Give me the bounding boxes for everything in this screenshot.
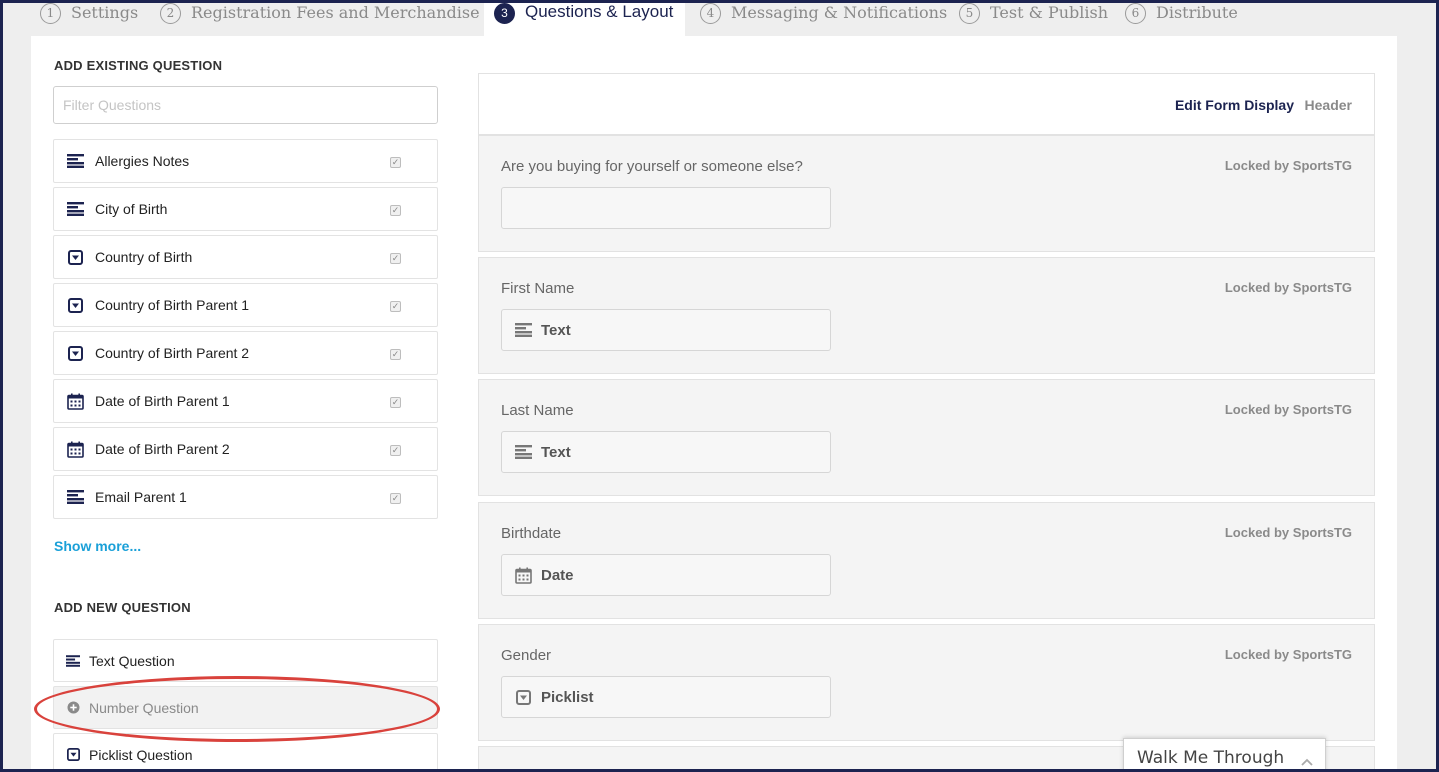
picklist-icon	[66, 248, 85, 267]
text-lines-icon	[66, 654, 80, 668]
item-label: Picklist Question	[89, 746, 193, 763]
field-label: Last Name	[501, 402, 574, 419]
wizard-tabs: 1 Settings 2 Registration Fees and Merch…	[30, 0, 1410, 36]
picklist-icon	[66, 748, 80, 762]
field-label: First Name	[501, 280, 575, 297]
form-field-block[interactable]: Are you buying for yourself or someone e…	[478, 135, 1375, 252]
picklist-icon	[514, 688, 532, 706]
checkbox[interactable]: ✓	[390, 397, 401, 408]
step-number: 5	[959, 2, 980, 24]
item-label: Allergies Notes	[95, 153, 190, 169]
edit-form-display-link[interactable]: Edit Form Display	[1175, 97, 1294, 113]
tab-messaging[interactable]: 4 Messaging & Notifications	[700, 0, 947, 36]
form-field-block[interactable]: Birthdate Locked by SportsTG Date	[478, 502, 1375, 619]
field-input-preview: Text	[501, 431, 831, 473]
field-type: Text	[541, 443, 571, 461]
tab-label: Test & Publish	[990, 2, 1109, 22]
annotation-highlight-ellipse	[34, 676, 440, 742]
field-type: Picklist	[541, 688, 594, 706]
list-item[interactable]: City of Birth ✓	[53, 187, 438, 231]
list-item[interactable]: Country of Birth ✓	[53, 235, 438, 279]
walk-me-through-widget[interactable]: Walk Me Through	[1123, 738, 1326, 772]
list-item[interactable]: Email Parent 1 ✓	[53, 475, 438, 519]
tab-questions-layout[interactable]: 3 Questions & Layout	[484, 0, 686, 36]
checkbox[interactable]: ✓	[390, 301, 401, 312]
tab-settings[interactable]: 1 Settings	[40, 0, 138, 36]
picklist-icon	[66, 344, 85, 363]
item-label: Country of Birth Parent 2	[95, 345, 250, 361]
field-input-preview: Picklist	[501, 676, 831, 718]
checkbox[interactable]: ✓	[390, 445, 401, 456]
filter-questions-input[interactable]	[53, 86, 438, 124]
text-lines-icon	[514, 443, 532, 461]
item-label: Date of Birth Parent 1	[95, 393, 230, 409]
locked-label: Locked by SportsTG	[1224, 402, 1352, 417]
item-label: Email Parent 1	[95, 489, 187, 505]
walk-me-through-label: Walk Me Through	[1137, 747, 1285, 768]
field-type: Text	[541, 321, 571, 339]
tab-registration-fees[interactable]: 2 Registration Fees and Merchandise	[160, 0, 480, 36]
step-number: 2	[160, 2, 181, 24]
questions-panel: ADD EXISTING QUESTION Allergies Notes ✓ …	[31, 36, 1397, 772]
existing-question-list: Allergies Notes ✓ City of Birth ✓ Countr…	[53, 139, 438, 526]
list-item[interactable]: Date of Birth Parent 2 ✓	[53, 427, 438, 471]
step-number: 4	[700, 2, 721, 24]
add-existing-title: ADD EXISTING QUESTION	[54, 58, 223, 73]
add-new-title: ADD NEW QUESTION	[54, 600, 191, 615]
checkbox[interactable]: ✓	[390, 253, 401, 264]
locked-label: Locked by SportsTG	[1224, 280, 1352, 295]
step-number: 1	[40, 2, 61, 24]
calendar-icon	[514, 566, 532, 584]
list-item[interactable]: Allergies Notes ✓	[53, 139, 438, 183]
item-label: Date of Birth Parent 2	[95, 441, 230, 457]
list-item[interactable]: Date of Birth Parent 1 ✓	[53, 379, 438, 423]
field-type: Date	[541, 566, 574, 584]
step-number: 3	[494, 2, 515, 24]
field-label: Are you buying for yourself or someone e…	[501, 158, 803, 175]
tab-label: Questions & Layout	[525, 2, 674, 21]
text-lines-icon	[66, 200, 85, 219]
item-label: Text Question	[89, 652, 175, 669]
form-header-bar: Edit Form Display Header	[478, 73, 1375, 135]
step-number: 6	[1125, 2, 1146, 24]
calendar-icon	[66, 440, 85, 459]
list-item[interactable]: Country of Birth Parent 2 ✓	[53, 331, 438, 375]
show-more-link[interactable]: Show more...	[54, 538, 141, 554]
item-label: Country of Birth Parent 1	[95, 297, 250, 313]
checkbox[interactable]: ✓	[390, 205, 401, 216]
field-input-preview: Text	[501, 309, 831, 351]
item-label: City of Birth	[95, 201, 168, 217]
tab-label: Registration Fees and Merchandise	[191, 2, 480, 22]
form-field-block[interactable]: First Name Locked by SportsTG Text	[478, 257, 1375, 374]
chevron-up-icon[interactable]	[1301, 751, 1313, 771]
form-field-block[interactable]: Gender Locked by SportsTG Picklist	[478, 624, 1375, 741]
checkbox[interactable]: ✓	[390, 157, 401, 168]
tab-label: Messaging & Notifications	[731, 2, 948, 22]
locked-label: Locked by SportsTG	[1224, 158, 1352, 173]
field-input-preview	[501, 187, 831, 229]
calendar-icon	[66, 392, 85, 411]
checkbox[interactable]: ✓	[390, 349, 401, 360]
locked-label: Locked by SportsTG	[1224, 525, 1352, 540]
text-lines-icon	[66, 488, 85, 507]
tab-distribute[interactable]: 6 Distribute	[1125, 0, 1238, 36]
tab-test-publish[interactable]: 5 Test & Publish	[959, 0, 1108, 36]
field-label: Gender	[501, 647, 552, 664]
item-label: Country of Birth	[95, 249, 193, 265]
field-label: Birthdate	[501, 525, 562, 542]
form-field-block[interactable]: Last Name Locked by SportsTG Text	[478, 379, 1375, 496]
picklist-icon	[66, 296, 85, 315]
header-link[interactable]: Header	[1305, 97, 1352, 113]
text-lines-icon	[514, 321, 532, 339]
list-item[interactable]: Country of Birth Parent 1 ✓	[53, 283, 438, 327]
checkbox[interactable]: ✓	[390, 493, 401, 504]
field-input-preview: Date	[501, 554, 831, 596]
tab-label: Settings	[71, 2, 139, 22]
text-lines-icon	[66, 152, 85, 171]
locked-label: Locked by SportsTG	[1224, 647, 1352, 662]
tab-label: Distribute	[1156, 2, 1238, 22]
